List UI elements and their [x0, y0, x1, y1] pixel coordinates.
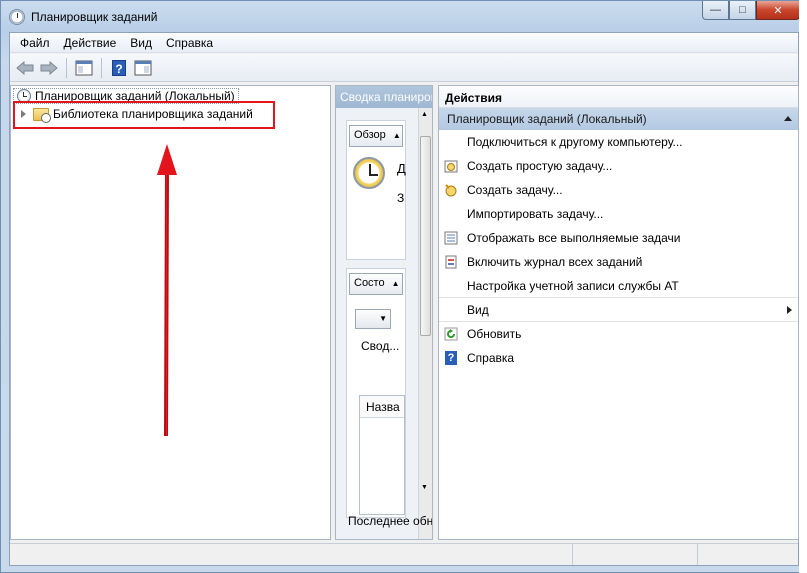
- menu-help[interactable]: Справка: [160, 33, 221, 52]
- blank-icon: [443, 302, 459, 318]
- overview-card-header[interactable]: Обзор ▲: [349, 125, 403, 147]
- console-tree-pane: Планировщик заданий (Локальный) Библиоте…: [10, 85, 331, 540]
- collapse-up-icon: ▲: [392, 131, 401, 140]
- status-card-header[interactable]: Состо ▲: [349, 273, 403, 295]
- actions-group-header[interactable]: Планировщик заданий (Локальный): [439, 108, 798, 130]
- action-label: Создать простую задачу...: [467, 159, 613, 173]
- show-hide-tree-button[interactable]: [73, 57, 95, 79]
- show-hide-action-pane-button[interactable]: [132, 57, 154, 79]
- action-label: Справка: [467, 351, 515, 365]
- menu-view[interactable]: Вид: [124, 33, 160, 52]
- status-cell-main: [10, 544, 573, 565]
- status-dropdown-label: Свод...: [361, 339, 400, 353]
- column-header-name[interactable]: Назва: [360, 396, 404, 418]
- minimize-button[interactable]: —: [702, 1, 729, 20]
- action-create-task[interactable]: Создать задачу...: [439, 178, 798, 202]
- action-connect-computer[interactable]: Подключиться к другому компьютеру...: [439, 130, 798, 154]
- overview-line1: Д: [397, 161, 406, 176]
- scrollbar-thumb[interactable]: [420, 136, 431, 336]
- scroll-up-icon[interactable]: ▲: [421, 111, 428, 118]
- collapse-up-icon: ▲: [391, 279, 400, 288]
- forward-arrow-icon: [40, 60, 58, 75]
- summary-pane: Сводка планировщика Обзор ▲ Д З Состо ▲ …: [335, 85, 433, 540]
- running-tasks-icon: [443, 230, 459, 246]
- help-toolbar-button[interactable]: ?: [108, 57, 130, 79]
- main-window: Планировщик заданий — □ ✕ Файл Действие …: [0, 0, 807, 573]
- collapse-up-icon[interactable]: [784, 116, 792, 121]
- summary-header: Сводка планировщика: [336, 86, 432, 108]
- action-import-task[interactable]: Импортировать задачу...: [439, 202, 798, 226]
- log-icon: [443, 254, 459, 270]
- menu-bar: Файл Действие Вид Справка: [10, 33, 798, 53]
- maximize-button[interactable]: □: [729, 1, 756, 20]
- window-title: Планировщик заданий: [31, 10, 158, 24]
- forward-button[interactable]: [38, 57, 60, 79]
- back-arrow-icon: [16, 60, 34, 75]
- status-cell-tertiary: [698, 544, 798, 565]
- action-pane-icon: [134, 60, 152, 75]
- overview-card-title: Обзор: [354, 129, 386, 141]
- red-arrow-annotation: [157, 144, 177, 437]
- action-label: Импортировать задачу...: [467, 207, 604, 221]
- blank-icon: [443, 278, 459, 294]
- actions-pane: Действия Планировщик заданий (Локальный)…: [438, 85, 799, 540]
- action-label: Создать задачу...: [467, 183, 563, 197]
- close-button[interactable]: ✕: [756, 1, 800, 20]
- refresh-icon: [443, 326, 459, 342]
- summary-scrollbar[interactable]: ▲ ▼: [418, 108, 432, 539]
- action-label: Включить журнал всех заданий: [467, 255, 643, 269]
- action-label: Отображать все выполняемые задачи: [467, 231, 681, 245]
- task-scheduler-app-icon: [9, 9, 25, 25]
- menu-action[interactable]: Действие: [58, 33, 125, 52]
- blank-icon: [443, 206, 459, 222]
- red-highlight-annotation: [13, 101, 275, 129]
- status-dropdown[interactable]: ▼: [355, 309, 391, 329]
- actions-group-title: Планировщик заданий (Локальный): [447, 112, 647, 126]
- toolbar-separator: [66, 57, 67, 78]
- action-create-basic-task[interactable]: Создать простую задачу...: [439, 154, 798, 178]
- title-bar[interactable]: Планировщик заданий — □ ✕: [1, 1, 806, 33]
- overview-line2: З: [397, 191, 405, 205]
- action-refresh[interactable]: Обновить: [439, 322, 798, 346]
- menu-file[interactable]: Файл: [14, 33, 58, 52]
- status-bar: [10, 543, 798, 565]
- window-controls: — □ ✕: [702, 1, 800, 20]
- actions-header: Действия: [439, 86, 798, 108]
- help-icon: ?: [443, 350, 459, 366]
- blank-icon: [443, 134, 459, 150]
- action-at-service-account[interactable]: Настройка учетной записи службы AT: [439, 274, 798, 298]
- status-cell-secondary: [573, 544, 698, 565]
- tasks-list[interactable]: Назва: [359, 395, 405, 515]
- status-card: Состо ▲ ▼ Свод... Назва: [346, 268, 406, 518]
- action-label: Обновить: [467, 327, 522, 341]
- chevron-down-icon: ▼: [379, 314, 387, 323]
- client-area: Файл Действие Вид Справка ? Планировщик …: [9, 32, 799, 566]
- scheduler-clock-icon: [353, 157, 385, 189]
- toolbar: ?: [10, 54, 798, 82]
- new-task-icon: [443, 182, 459, 198]
- action-label: Подключиться к другому компьютеру...: [467, 135, 683, 149]
- help-icon: ?: [112, 59, 126, 76]
- status-card-title: Состо: [354, 277, 385, 289]
- console-tree-icon: [75, 60, 93, 75]
- action-label: Вид: [467, 302, 489, 317]
- overview-card: Обзор ▲ Д З: [346, 120, 406, 260]
- action-help[interactable]: ? Справка: [439, 346, 798, 370]
- background-strip: [799, 0, 807, 573]
- scroll-down-icon[interactable]: ▼: [421, 484, 428, 491]
- action-label: Настройка учетной записи службы AT: [467, 278, 679, 293]
- action-view[interactable]: Вид: [439, 298, 798, 322]
- submenu-arrow-icon: [787, 306, 792, 314]
- action-display-running-tasks[interactable]: Отображать все выполняемые задачи: [439, 226, 798, 250]
- back-button[interactable]: [14, 57, 36, 79]
- calendar-clock-icon: [443, 158, 459, 174]
- last-updated-text: Последнее обн: [348, 514, 433, 528]
- toolbar-separator: [101, 57, 102, 78]
- action-enable-history[interactable]: Включить журнал всех заданий: [439, 250, 798, 274]
